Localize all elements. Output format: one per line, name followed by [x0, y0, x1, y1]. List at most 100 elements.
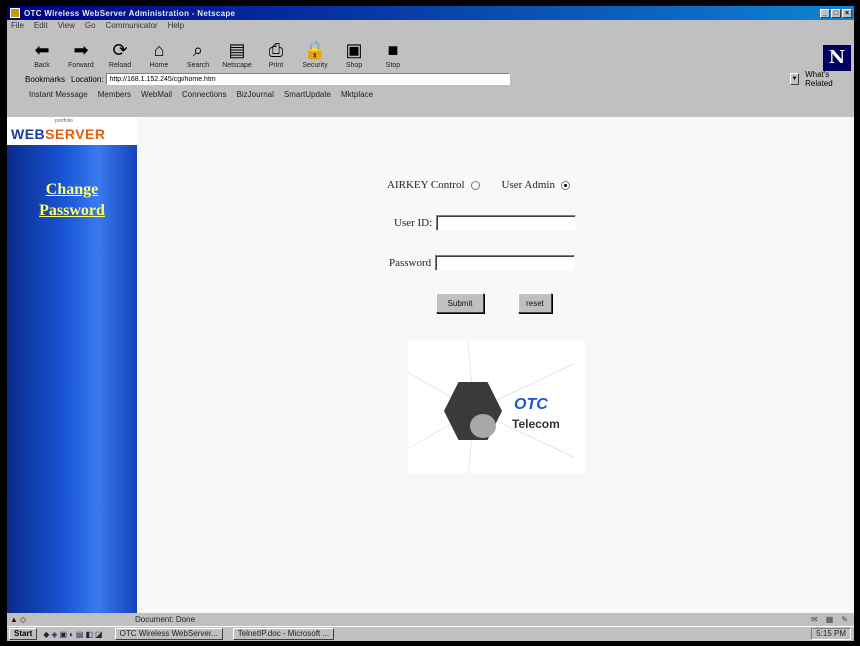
toolbar-label: Shop — [345, 62, 363, 69]
netscape-button[interactable]: ▤ Netscape — [220, 40, 254, 69]
netscape-n-logo-icon[interactable]: N — [823, 45, 851, 71]
start-button[interactable]: Start — [9, 628, 38, 640]
userid-input[interactable] — [436, 215, 577, 231]
menu-item-go[interactable]: Go — [85, 21, 96, 30]
personal-link-smartupdate[interactable]: SmartUpdate — [284, 90, 331, 99]
url-dropdown-icon[interactable]: ▼ — [789, 73, 800, 85]
maximize-button[interactable]: □ — [831, 8, 841, 18]
personal-link-mktplace[interactable]: Mktplace — [341, 90, 373, 99]
back-button[interactable]: ⬅ Back — [25, 40, 59, 69]
menu-item-file[interactable]: File — [11, 21, 24, 30]
webserver-logo: portfolio WEBSERVER — [7, 117, 137, 145]
status-text: Document: Done — [135, 615, 196, 624]
logo-server-text: SERVER — [45, 126, 106, 142]
netscape-icon: ▤ — [228, 40, 246, 60]
location-bar: Bookmarks Location: ▼ What's Related — [7, 70, 854, 88]
bookmarks-button[interactable]: Bookmarks — [25, 75, 65, 84]
airkey-control-option[interactable]: AIRKEY Control — [387, 179, 480, 191]
brand-otc-text: OTC — [514, 396, 548, 413]
windows-taskbar: Start ◆◈▣◐▤◧◪ OTC Wireless WebServer... … — [7, 626, 854, 641]
whats-related-button[interactable]: What's Related — [805, 70, 854, 88]
userid-label: User ID: — [394, 217, 433, 229]
globe-logo-icon — [470, 414, 496, 438]
location-label: Location: — [71, 74, 104, 84]
reload-icon: ⟳ — [112, 40, 128, 60]
close-button[interactable]: × — [842, 8, 852, 18]
brand-telecom-text: Telecom — [512, 417, 560, 431]
toolbar-label: Security — [302, 62, 328, 69]
toolbar-label: Netscape — [222, 62, 252, 69]
password-label: Password — [389, 257, 432, 269]
user-admin-option[interactable]: User Admin — [502, 179, 570, 191]
menu-item-view[interactable]: View — [58, 21, 75, 30]
navigation-toolbar: ⬅ Back ➡ Forward ⟳ Reload ⌂ Home ⌕ Search ▤ Netscap… — [7, 31, 854, 71]
user-admin-radio[interactable] — [561, 180, 570, 190]
personal-toolbar: Instant Message Members WebMail Connections… — [7, 87, 854, 101]
logo-web-text: WEB — [11, 126, 46, 142]
sidebar: portfolio WEBSERVER Change Password — [7, 117, 137, 613]
quick-launch-icons[interactable]: ◆◈▣◐▤◧◪ — [43, 630, 104, 639]
window-title: OTC Wireless WebServer Administration - … — [24, 8, 236, 18]
forward-arrow-icon: ➡ — [73, 40, 89, 60]
personal-link-instant-message[interactable]: Instant Message — [29, 90, 88, 99]
home-icon: ⌂ — [153, 40, 165, 60]
user-admin-label: User Admin — [501, 179, 555, 191]
userid-row: User ID: — [394, 215, 577, 231]
component-bar-icon[interactable]: ▦ — [826, 615, 834, 624]
toolbar-label: Back — [34, 62, 50, 69]
toolbar-label: Home — [149, 62, 169, 69]
status-bar: ▲ ◇ Document: Done ✉ ▦ ✎ — [7, 613, 854, 626]
reset-button[interactable]: reset — [518, 293, 552, 313]
security-icon: 🔒 — [303, 40, 327, 60]
personal-link-bizjournal[interactable]: BizJournal — [237, 90, 274, 99]
otc-telecom-logo: OTC Telecom — [408, 340, 585, 473]
search-button[interactable]: ⌕ Search — [181, 40, 215, 69]
window-title-bar[interactable]: OTC Wireless WebServer Administration - … — [7, 6, 854, 20]
security-button[interactable]: 🔒 Security — [298, 40, 332, 69]
taskbar-netscape-task[interactable]: OTC Wireless WebServer... — [114, 628, 223, 640]
minimize-button[interactable]: _ — [820, 8, 830, 18]
taskbar-word-task[interactable]: TelnetIP.doc - Microsoft ... — [232, 628, 335, 640]
back-arrow-icon: ⬅ — [34, 40, 50, 60]
browser-chrome: File Edit View Go Communicator Help ⬅ Back ➡ For… — [7, 20, 854, 117]
composer-status-icon[interactable]: ✎ — [841, 615, 848, 624]
menu-bar: File Edit View Go Communicator Help — [7, 20, 854, 31]
print-button[interactable]: ⎙ Print — [259, 40, 293, 69]
toolbar-label: Print — [268, 62, 284, 69]
password-row: Password — [389, 255, 576, 271]
toolbar-label: Reload — [108, 62, 132, 69]
submit-button[interactable]: Submit — [436, 293, 484, 313]
personal-link-connections[interactable]: Connections — [182, 90, 226, 99]
toolbar-label: Stop — [385, 62, 401, 69]
menu-item-communicator[interactable]: Communicator — [106, 21, 158, 30]
airkey-control-radio[interactable] — [470, 180, 480, 190]
toolbar-label: Forward — [68, 62, 94, 69]
shop-icon: ▣ — [345, 40, 363, 60]
menu-item-edit[interactable]: Edit — [34, 21, 48, 30]
url-input[interactable] — [106, 73, 510, 85]
change-password-line1: Change — [45, 181, 99, 198]
password-input[interactable] — [435, 255, 576, 271]
print-icon: ⎙ — [268, 40, 284, 60]
home-button[interactable]: ⌂ Home — [142, 40, 176, 69]
airkey-control-label: AIRKEY Control — [387, 179, 465, 191]
menu-item-help[interactable]: Help — [168, 21, 184, 30]
security-lock-icon[interactable]: ▲ ◇ — [7, 615, 37, 624]
page-viewport: portfolio WEBSERVER Change Password AIRK… — [7, 117, 854, 613]
personal-link-members[interactable]: Members — [98, 90, 131, 99]
forward-button[interactable]: ➡ Forward — [64, 40, 98, 69]
netscape-window-icon — [10, 8, 20, 18]
logo-small-text: portfolio — [55, 118, 73, 124]
change-password-line2: Password — [39, 202, 105, 219]
toolbar-label: Search — [186, 62, 210, 69]
system-tray-clock: 5:15 PM — [811, 628, 851, 640]
mode-radio-group: AIRKEY Control User Admin — [387, 179, 592, 191]
status-icons: ✉ ▦ ✎ — [811, 615, 848, 624]
stop-icon: ■ — [387, 40, 399, 60]
personal-link-webmail[interactable]: WebMail — [141, 90, 172, 99]
mail-status-icon[interactable]: ✉ — [811, 615, 818, 624]
reload-button[interactable]: ⟳ Reload — [103, 40, 137, 69]
stop-button[interactable]: ■ Stop — [376, 40, 410, 69]
shop-button[interactable]: ▣ Shop — [337, 40, 371, 69]
change-password-link[interactable]: Change Password — [7, 179, 137, 221]
